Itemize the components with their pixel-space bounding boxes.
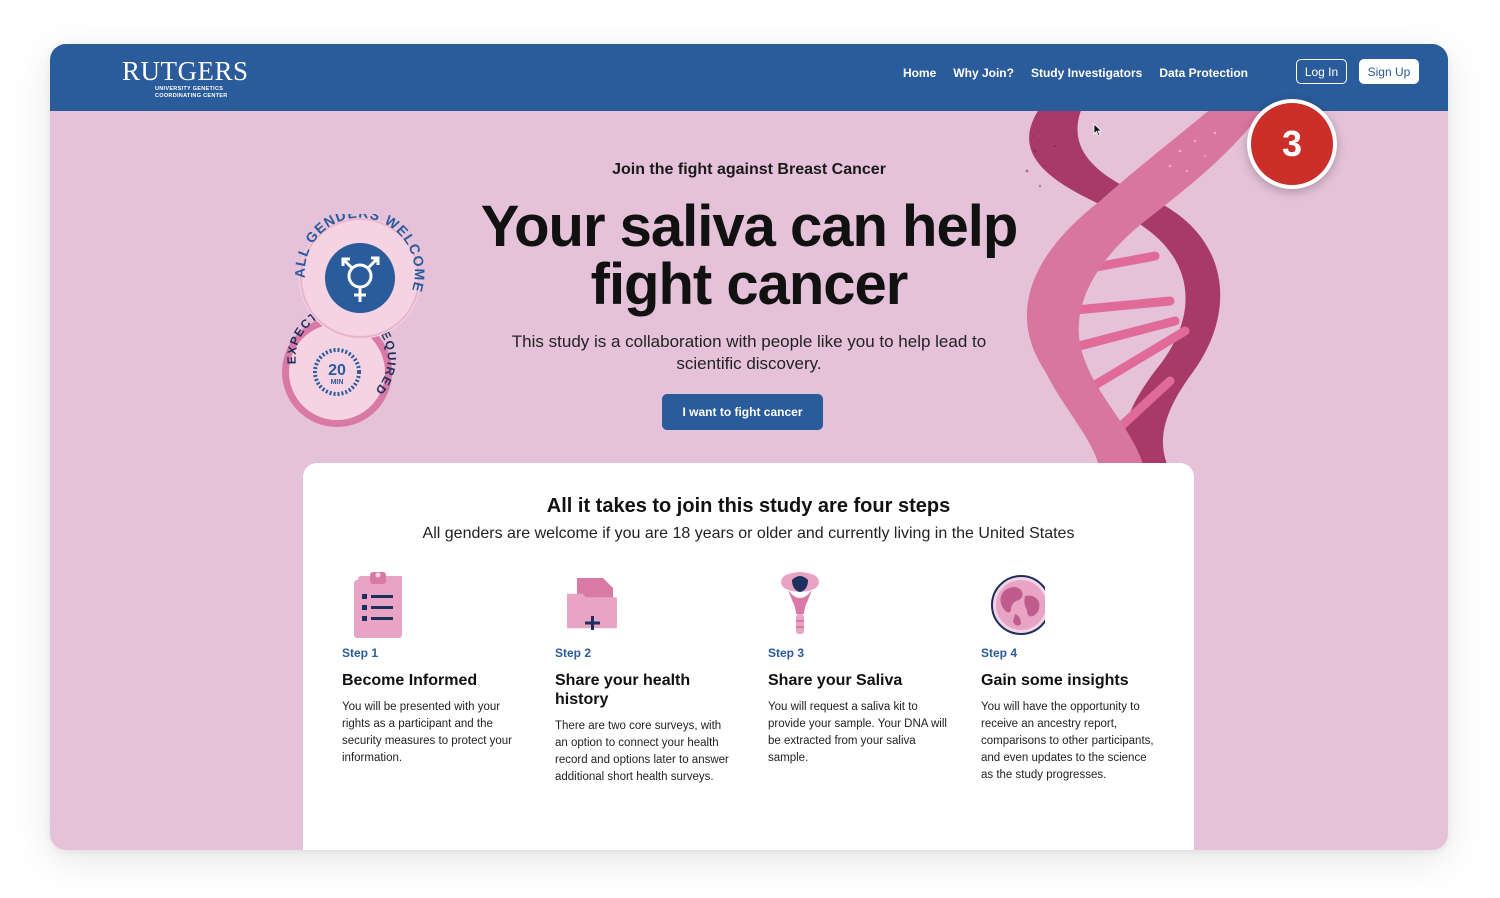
step-1-number: Step 1 (342, 646, 379, 660)
step-2-description: There are two core surveys, with an opti… (555, 720, 729, 783)
step-4: Step 4 Gain some insights You will have … (981, 568, 1161, 784)
step-4-number: Step 4 (981, 646, 1018, 660)
step-3: Step 3 Share your Saliva You will reques… (768, 568, 948, 767)
time-unit: MIN (331, 379, 344, 386)
mouse-cursor-icon (1093, 123, 1103, 137)
nav-home[interactable]: Home (903, 65, 936, 81)
time-number: 20 (328, 362, 346, 379)
step-number-marker: 3 (1247, 99, 1337, 189)
signup-button[interactable]: Sign Up (1359, 59, 1419, 84)
main-nav: Home Why Join? Study Investigators Data … (903, 65, 1248, 81)
step-3-number: Step 3 (768, 646, 805, 660)
logo-subtitle-2: COORDINATING CENTER (155, 93, 228, 99)
rutgers-logo[interactable]: RUTGERS UNIVERSITY GENETICS COORDINATING… (122, 56, 249, 100)
logo-subtitle-1: UNIVERSITY GENETICS (155, 86, 224, 92)
nav-why-join[interactable]: Why Join? (953, 65, 1014, 81)
clipboard-checklist-icon (342, 568, 522, 638)
logo-wordmark: RUTGERS (122, 56, 249, 86)
login-button[interactable]: Log In (1296, 59, 1347, 84)
hero-eyebrow: Join the fight against Breast Cancer (50, 161, 1448, 179)
steps-title: All it takes to join this study are four… (546, 495, 951, 517)
step-2-number: Step 2 (555, 646, 592, 660)
nav-study-investigators[interactable]: Study Investigators (1031, 65, 1142, 81)
steps-subtitle: All genders are welcome if you are 18 ye… (422, 525, 1075, 542)
step-1-title: Become Informed (342, 672, 478, 689)
medical-folder-icon (555, 568, 735, 638)
step-1: Step 1 Become Informed You will be prese… (342, 568, 522, 767)
step-3-title: Share your Saliva (768, 672, 903, 689)
step-4-description: You will have the opportunity to receive… (981, 701, 1154, 781)
nav-data-protection[interactable]: Data Protection (1159, 65, 1248, 81)
fight-cancer-button[interactable]: I want to fight cancer (662, 394, 823, 430)
step-2: Step 2 Share your health history There a… (555, 568, 735, 786)
step-4-title: Gain some insights (981, 672, 1129, 689)
hero-eyebrow-text: Join the fight against Breast Cancer (612, 161, 886, 178)
steps-card: All it takes to join this study are four… (303, 463, 1194, 850)
globe-icon (981, 568, 1161, 638)
step-3-description: You will request a saliva kit to provide… (768, 701, 947, 764)
hero-subtitle: This study is a collaboration with peopl… (511, 332, 987, 373)
step-1-description: You will be presented with your rights a… (342, 701, 513, 764)
step-2-title: Share your health history (555, 672, 691, 708)
browser-page: RUTGERS UNIVERSITY GENETICS COORDINATING… (50, 44, 1448, 850)
saliva-tube-icon (768, 568, 948, 638)
badge-group: EXPECTED TIME REQUIRED 20 MIN ALL GENDER… (282, 214, 427, 427)
hero-title: Your saliva can help fight cancer (480, 194, 1019, 317)
site-header: RUTGERS UNIVERSITY GENETICS COORDINATING… (50, 44, 1448, 111)
